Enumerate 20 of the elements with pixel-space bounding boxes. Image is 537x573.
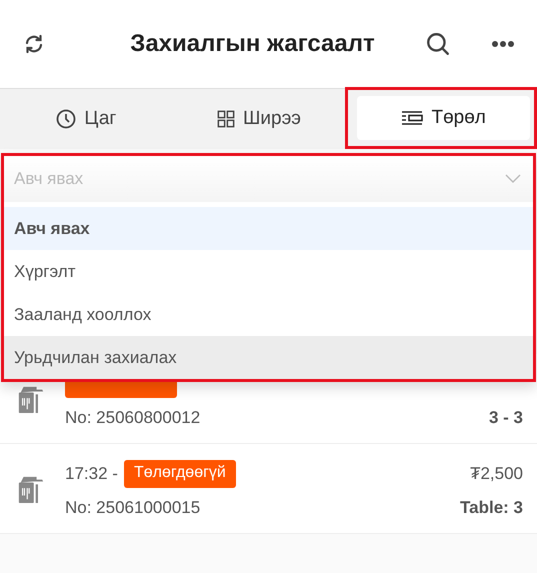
list-icon [401,110,424,126]
order-time: 17:32 - [65,464,118,484]
table-number: 3 - 3 [488,408,523,428]
tab[interactable]: Цаг [0,89,173,149]
grid-icon [217,110,236,128]
order-number: No: 25060800012 [65,408,202,428]
tab[interactable]: Төрөл [357,96,530,140]
dropdown-option[interactable]: Авч явах [4,207,533,250]
order-price: ₮2,500 [470,462,523,484]
status-tag: Төлөгдөөгүй [124,460,236,488]
order-number: No: 25061000015 [65,498,202,518]
tab[interactable]: Ширээ [172,89,346,149]
chevron-down-icon [505,174,521,184]
clock-icon [56,109,76,129]
search-icon[interactable] [425,31,451,57]
table-number: Table: 3 [460,498,523,518]
more-icon[interactable] [491,40,515,48]
page-title: Захиалгын жагсаалт [129,30,376,58]
order-row[interactable]: 17:32 - Төлөгдөөгүй No: 25061000015 ₮2,500 Table: 3 [0,444,537,534]
dropdown-option[interactable]: Урьдчилан захиалах [4,336,533,379]
